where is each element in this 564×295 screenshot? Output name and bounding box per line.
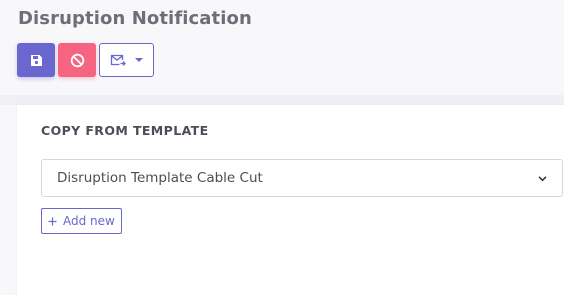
- template-select[interactable]: Disruption Template Cable Cut: [41, 159, 563, 197]
- email-send-icon: [110, 54, 126, 66]
- caret-down-icon: [135, 58, 143, 62]
- cancel-icon: [70, 53, 84, 67]
- chevron-down-icon: [538, 176, 547, 182]
- cancel-button[interactable]: [58, 43, 96, 77]
- plus-icon: [48, 217, 57, 226]
- page-title: Disruption Notification: [18, 8, 252, 29]
- section-label: COPY FROM TEMPLATE: [41, 123, 209, 138]
- header-divider: [0, 95, 564, 105]
- add-new-button[interactable]: Add new: [41, 208, 122, 234]
- save-icon: [30, 54, 42, 66]
- save-button[interactable]: [17, 43, 55, 77]
- add-new-label: Add new: [63, 214, 115, 228]
- selected-template-value: Disruption Template Cable Cut: [57, 170, 263, 186]
- email-send-dropdown-button[interactable]: [99, 43, 154, 77]
